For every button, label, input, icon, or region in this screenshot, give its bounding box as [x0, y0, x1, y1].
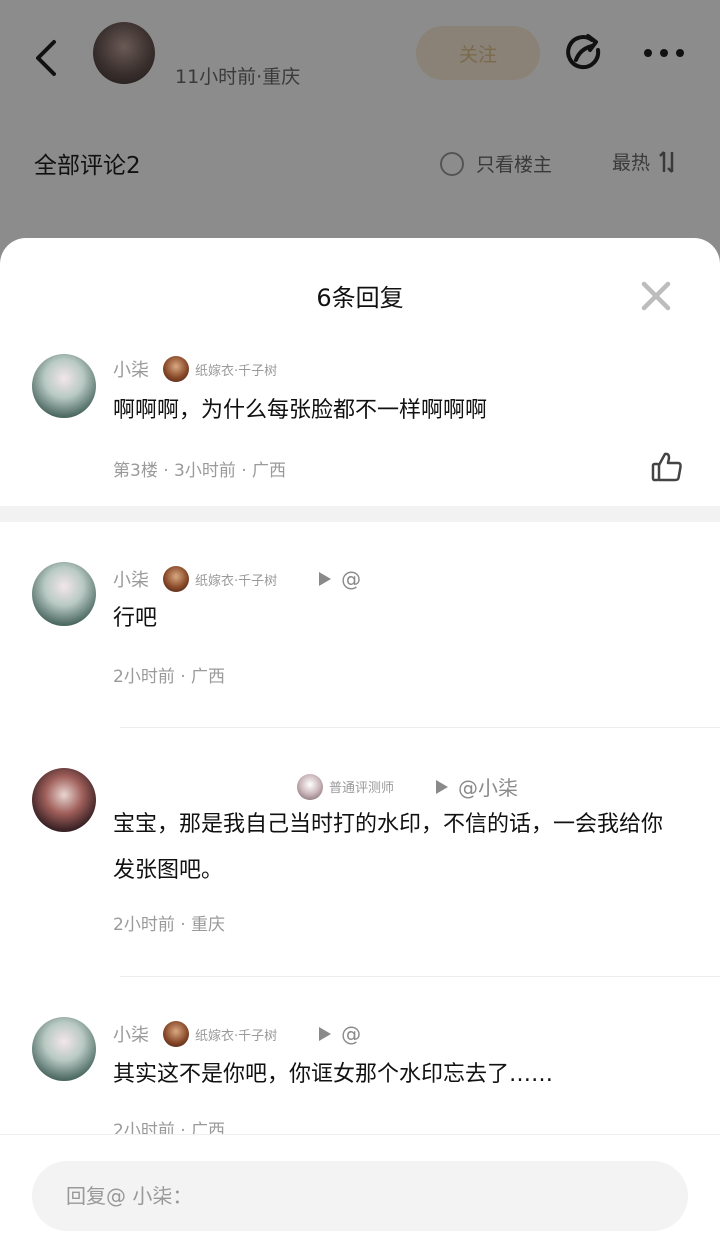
comment-author-row: 小柒 纸嫁衣·千子树 @ [113, 1021, 361, 1047]
badge-icon [163, 356, 189, 382]
all-comments-title: 全部评论2 [34, 153, 141, 179]
author-name[interactable]: 小柒 [113, 1021, 149, 1047]
author-name[interactable]: 小柒 [113, 566, 149, 592]
reply-target[interactable]: @ [341, 1022, 361, 1046]
divider [120, 976, 720, 977]
reply-arrow-icon [319, 1027, 332, 1041]
badge-label: 纸嫁衣·千子树 [195, 573, 278, 589]
more-icon[interactable] [642, 46, 686, 60]
close-icon [641, 281, 671, 311]
sheet-title: 6条回复 [316, 284, 404, 312]
title-badge: 纸嫁衣·千子树 [163, 1021, 277, 1047]
author-name[interactable]: 小柒 [113, 356, 149, 382]
reply-bar [0, 1134, 720, 1254]
badge-label: 纸嫁衣·千子树 [195, 363, 278, 379]
avatar[interactable] [32, 562, 96, 626]
comment-author-row: 小柒 纸嫁衣·千子树 [113, 356, 277, 382]
badge-icon [163, 1021, 189, 1047]
close-button[interactable] [638, 278, 674, 314]
post-meta: 11小时前·重庆 [175, 66, 301, 88]
comment-meta: 2小时前 · 重庆 [113, 915, 226, 935]
divider [120, 727, 720, 728]
sort-label: 最热 [612, 152, 651, 174]
only-owner-label: 只看楼主 [476, 154, 553, 176]
follow-button[interactable]: 关注 [416, 26, 540, 80]
share-icon[interactable] [562, 32, 606, 76]
comment-meta: 第3楼 · 3小时前 · 广西 [113, 461, 287, 481]
comment-text: 啊啊啊，为什么每张脸都不一样啊啊啊 [113, 398, 488, 423]
section-divider [0, 506, 720, 522]
reply-input[interactable] [32, 1161, 688, 1231]
title-badge: 纸嫁衣·千子树 [163, 356, 277, 382]
post-header: 11小时前·重庆 关注 [0, 0, 720, 110]
badge-icon [297, 773, 323, 800]
comment-author-row: 普通评测师 @小柒 [113, 772, 518, 801]
only-owner-toggle[interactable]: 只看楼主 [440, 150, 552, 177]
avatar[interactable] [32, 354, 96, 418]
badge-label: 纸嫁衣·千子树 [195, 1028, 278, 1044]
comment-text: 行吧 [113, 606, 158, 631]
comment-meta: 2小时前 · 广西 [113, 667, 226, 687]
like-icon[interactable] [650, 450, 684, 484]
radio-icon[interactable] [440, 151, 464, 176]
comment-text: 其实这不是你吧，你诓女那个水印忘去了…… [113, 1062, 554, 1087]
replies-sheet: 6条回复 小柒 纸嫁衣·千子树 啊啊啊，为什么每张脸都不一样啊啊啊 第3楼 · … [0, 238, 720, 1254]
avatar[interactable] [32, 1017, 96, 1081]
comment-text: 宝宝，那是我自己当时打的水印，不信的话，一会我给你发张图吧。 [113, 812, 664, 883]
reply-arrow-icon [319, 572, 332, 586]
author-avatar[interactable] [93, 22, 155, 84]
avatar[interactable] [32, 768, 96, 832]
badge-icon [163, 566, 189, 592]
reply-target[interactable]: @小柒 [458, 772, 518, 801]
title-badge: 普通评测师 [297, 773, 395, 800]
back-icon[interactable] [30, 38, 64, 78]
comments-bar: 全部评论2 只看楼主 最热 [0, 130, 720, 190]
comment-author-row: 小柒 纸嫁衣·千子树 @ [113, 566, 361, 592]
sort-toggle[interactable]: 最热 [612, 148, 678, 175]
reply-arrow-icon [436, 779, 449, 794]
reply-target[interactable]: @ [341, 567, 361, 591]
title-badge: 纸嫁衣·千子树 [163, 566, 277, 592]
badge-label: 普通评测师 [329, 781, 395, 796]
sort-icon [659, 150, 674, 173]
